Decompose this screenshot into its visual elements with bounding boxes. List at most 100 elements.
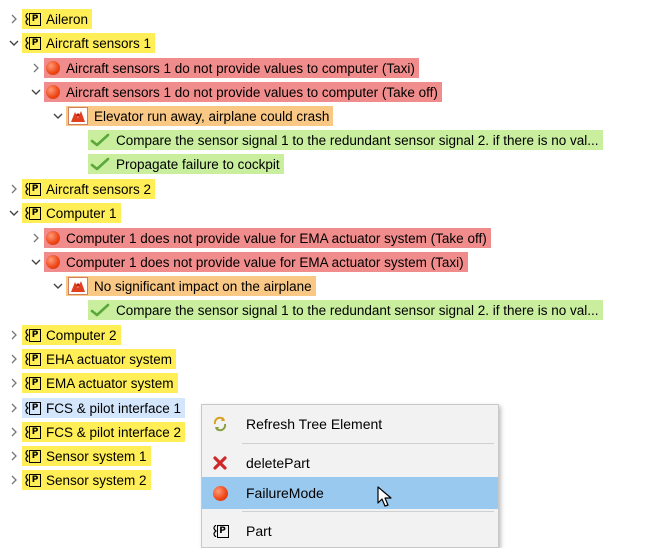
tree-item-effect[interactable]: Elevator run away, airplane could crash: [50, 104, 334, 128]
hazard-icon: [68, 277, 88, 295]
part-icon: P: [202, 515, 238, 547]
tree-item-label: Aircraft sensors 1 do not provide values…: [66, 84, 438, 100]
part-highlight: P Aileron: [22, 9, 93, 29]
menu-item-label: FailureMode: [246, 485, 324, 501]
tree-item-fcs-pilot-interface-2[interactable]: P FCS & pilot interface 2: [6, 420, 186, 444]
part-icon: P: [24, 12, 41, 26]
chevron-right-icon[interactable]: [6, 446, 22, 466]
tree-item-failure-mode[interactable]: Computer 1 does not provide value for EM…: [28, 226, 491, 250]
tree-item-failure-mode[interactable]: Computer 1 does not provide value for EM…: [28, 250, 468, 274]
tree-item-measure[interactable]: Propagate failure to cockpit: [72, 152, 284, 176]
menu-item-refresh-tree-element[interactable]: Refresh Tree Element: [202, 408, 498, 440]
chevron-right-icon[interactable]: [28, 58, 44, 78]
failure-mode-icon: [46, 85, 60, 99]
tree-item-label: Aircraft sensors 2: [46, 181, 152, 197]
part-highlight: P Aircraft sensors 1: [22, 33, 156, 53]
part-highlight: P Computer 2: [22, 325, 121, 345]
failure-mode-highlight: Aircraft sensors 1 do not provide values…: [44, 58, 419, 78]
tree-item-label: Propagate failure to cockpit: [116, 156, 280, 172]
tree-item-label: Computer 1 does not provide value for EM…: [66, 230, 487, 246]
tree-item-label: EHA actuator system: [46, 351, 173, 367]
chevron-down-icon[interactable]: [28, 82, 44, 102]
part-highlight: P EHA actuator system: [22, 349, 177, 369]
menu-item-part[interactable]: P Part: [202, 515, 498, 547]
failure-mode-icon: [46, 255, 60, 269]
chevron-down-icon[interactable]: [6, 203, 22, 223]
tree-item-label: FCS & pilot interface 1: [46, 400, 182, 416]
tree-item-failure-mode[interactable]: Aircraft sensors 1 do not provide values…: [28, 56, 419, 80]
chevron-right-icon[interactable]: [6, 470, 22, 490]
tree-item-label: Computer 2: [46, 327, 117, 343]
tree-item-label: EMA actuator system: [46, 375, 174, 391]
tree-item-label: Sensor system 1: [46, 448, 147, 464]
tree-item-label: Sensor system 2: [46, 472, 147, 488]
tree-item-computer-2[interactable]: P Computer 2: [6, 323, 121, 347]
chevron-right-icon[interactable]: [6, 325, 22, 345]
failure-mode-highlight: Computer 1 does not provide value for EM…: [44, 228, 491, 248]
tree-item-aircraft-sensors-2[interactable]: P Aircraft sensors 2: [6, 177, 156, 201]
tree-item-aileron[interactable]: P Aileron: [6, 7, 93, 31]
part-highlight: P Sensor system 1: [22, 446, 151, 466]
tree-item-label: Computer 1: [46, 205, 117, 221]
failure-mode-highlight: Computer 1 does not provide value for EM…: [44, 252, 468, 272]
chevron-right-icon[interactable]: [6, 9, 22, 29]
failure-mode-icon: [46, 61, 60, 75]
tree-item-label: Aileron: [46, 11, 89, 27]
chevron-right-icon[interactable]: [28, 228, 44, 248]
mouse-pointer-icon: [377, 486, 392, 507]
tree-item-measure[interactable]: Compare the sensor signal 1 to the redun…: [72, 298, 603, 322]
part-highlight: P Sensor system 2: [22, 470, 151, 490]
part-highlight: P EMA actuator system: [22, 373, 178, 393]
tree-item-label: No significant impact on the airplane: [94, 278, 312, 294]
tree-item-label: Compare the sensor signal 1 to the redun…: [116, 132, 599, 148]
part-icon: P: [24, 328, 41, 342]
chevron-right-icon[interactable]: [6, 179, 22, 199]
part-icon: P: [24, 376, 41, 390]
menu-separator: [242, 443, 494, 444]
menu-item-label: Part: [246, 523, 272, 539]
effect-highlight: No significant impact on the airplane: [66, 276, 316, 296]
part-icon: P: [24, 473, 41, 487]
tree-item-effect[interactable]: No significant impact on the airplane: [50, 274, 316, 298]
delete-x-icon: [202, 447, 238, 479]
tree-item-label: Compare the sensor signal 1 to the redun…: [116, 302, 599, 318]
tree-item-label: Aircraft sensors 1 do not provide values…: [66, 60, 415, 76]
part-highlight: P FCS & pilot interface 2: [22, 422, 186, 442]
effect-highlight: Elevator run away, airplane could crash: [66, 106, 334, 126]
chevron-right-icon[interactable]: [6, 373, 22, 393]
tree-item-failure-mode[interactable]: Aircraft sensors 1 do not provide values…: [28, 80, 442, 104]
tree-item-ema-actuator-system[interactable]: P EMA actuator system: [6, 371, 178, 395]
tree-item-label: FCS & pilot interface 2: [46, 424, 182, 440]
menu-separator: [242, 511, 494, 512]
context-menu: Refresh Tree Element deletePart FailureM…: [201, 404, 499, 548]
chevron-right-icon[interactable]: [6, 349, 22, 369]
check-icon: [90, 303, 110, 317]
failure-mode-icon: [202, 477, 238, 509]
tree-item-measure[interactable]: Compare the sensor signal 1 to the redun…: [72, 128, 603, 152]
tree-item-sensor-system-1[interactable]: P Sensor system 1: [6, 444, 151, 468]
part-icon: P: [24, 425, 41, 439]
tree-item-aircraft-sensors-1[interactable]: P Aircraft sensors 1: [6, 31, 156, 55]
tree-item-computer-1[interactable]: P Computer 1: [6, 201, 121, 225]
part-icon: P: [24, 352, 41, 366]
failure-mode-highlight: Aircraft sensors 1 do not provide values…: [44, 82, 442, 102]
tree-item-fcs-pilot-interface-1[interactable]: P FCS & pilot interface 1: [6, 396, 186, 420]
part-icon: P: [24, 36, 41, 50]
tree-item-sensor-system-2[interactable]: P Sensor system 2: [6, 468, 151, 492]
refresh-icon: [202, 408, 238, 440]
chevron-down-icon[interactable]: [50, 106, 66, 126]
tree-item-label: Elevator run away, airplane could crash: [94, 108, 330, 124]
chevron-right-icon[interactable]: [6, 422, 22, 442]
part-icon: P: [24, 449, 41, 463]
failure-mode-icon: [46, 231, 60, 245]
check-icon: [90, 133, 110, 147]
chevron-down-icon[interactable]: [6, 33, 22, 53]
check-icon: [90, 157, 110, 171]
tree-item-eha-actuator-system[interactable]: P EHA actuator system: [6, 347, 177, 371]
chevron-down-icon[interactable]: [28, 252, 44, 272]
menu-item-label: Refresh Tree Element: [246, 416, 383, 432]
chevron-right-icon[interactable]: [6, 398, 22, 418]
chevron-down-icon[interactable]: [50, 276, 66, 296]
menu-item-delete-part[interactable]: deletePart: [202, 447, 498, 479]
menu-item-failure-mode[interactable]: FailureMode: [202, 477, 498, 509]
